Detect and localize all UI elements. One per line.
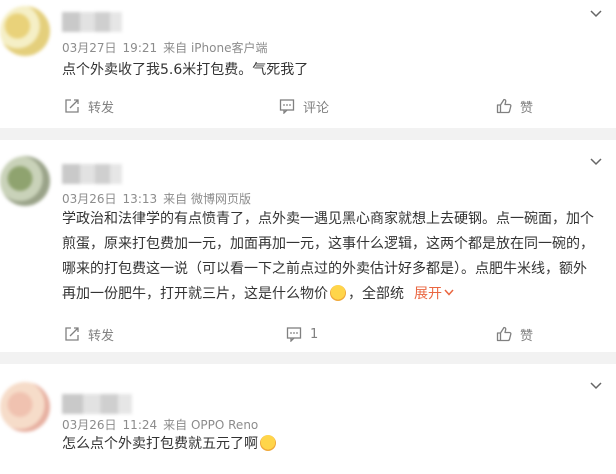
- comment-time: 19:21: [122, 41, 158, 55]
- comment-date: 03月27日: [62, 41, 117, 55]
- comment-time: 13:13: [122, 192, 158, 206]
- comment-line-text: 怎么点个外卖打包费就五元了啊: [62, 436, 258, 452]
- repost-label: 转发: [88, 100, 115, 116]
- comment-text: 学政治和法律学的有点愤青了，点外卖一遇见黑心商家就想上去硬钢。点一碗面，加个 煎…: [62, 207, 594, 307]
- comment-source: 来自 iPhone客户端: [163, 41, 268, 55]
- comment-text: 点个外卖收了我5.6米打包费。气死我了: [62, 58, 308, 83]
- comment-source: 来自 微博网页版: [163, 192, 251, 206]
- repost-button[interactable]: 转发: [64, 324, 114, 344]
- comment-line-text: 再加一份肥牛，打开就三片，这是什么物价: [62, 286, 328, 302]
- comment-date: 03月26日: [62, 192, 117, 206]
- comment-button[interactable]: 1: [286, 324, 318, 344]
- comment-time: 11:24: [122, 418, 158, 432]
- comment-line: 煎蛋，原来打包费加一元，加面再加一元，这事什么逻辑，这两个都是放在同一碗的，: [62, 236, 594, 252]
- action-bar: 转发 1 赞: [0, 324, 616, 344]
- comment-meta: 03月27日 19:21 来自 iPhone客户端: [62, 39, 267, 56]
- like-button[interactable]: 赞: [496, 324, 533, 344]
- comment-meta: 03月26日 11:24 来自 OPPO Reno: [62, 416, 258, 433]
- chevron-down-icon[interactable]: [590, 10, 602, 18]
- comment-line-last: 再加一份肥牛，打开就三片，这是什么物价 ，全部统 展开: [62, 282, 594, 307]
- comment-line: 哪来的打包费这一说（可以看一下之前点过的外卖估计好多都是）。点肥牛米线，额外: [62, 261, 587, 277]
- like-label: 赞: [520, 328, 534, 344]
- chevron-down-icon[interactable]: [590, 382, 602, 390]
- comment-card: 03月26日 13:13 来自 微博网页版 学政治和法律学的有点愤青了，点外卖一遇见…: [0, 140, 616, 352]
- comment-date: 03月26日: [62, 418, 117, 432]
- comment-line: 怎么点个外卖打包费就五元了啊: [62, 432, 278, 457]
- like-icon: [496, 326, 512, 342]
- comment-icon: [279, 99, 295, 114]
- avatar[interactable]: [0, 156, 50, 206]
- comment-label: 评论: [303, 100, 330, 116]
- comment-line: 学政治和法律学的有点愤青了，点外卖一遇见黑心商家就想上去硬钢。点一碗面，加个: [62, 211, 594, 227]
- comment-count: 1: [310, 326, 319, 342]
- avatar[interactable]: [0, 382, 50, 432]
- like-button[interactable]: 赞: [496, 96, 533, 116]
- comment-line-text: ，全部统: [348, 286, 404, 302]
- like-label: 赞: [520, 100, 534, 116]
- comment-button[interactable]: 评论: [279, 96, 329, 116]
- comment-card: 03月27日 19:21 来自 iPhone客户端 点个外卖收了我5.6米打包费。气…: [0, 0, 616, 128]
- crying-face-emoji: [260, 435, 276, 451]
- comment-meta: 03月26日 13:13 来自 微博网页版: [62, 190, 251, 207]
- repost-icon: [65, 327, 79, 341]
- comment-text: 怎么点个外卖打包费就五元了啊: [62, 432, 278, 457]
- dizzy-face-emoji: [330, 285, 346, 301]
- action-bar: 转发 评论 赞: [0, 96, 616, 116]
- like-icon: [496, 98, 512, 114]
- comment-source: 来自 OPPO Reno: [163, 418, 259, 432]
- username-blurred[interactable]: [62, 394, 132, 414]
- username-blurred[interactable]: [62, 164, 122, 184]
- username-blurred[interactable]: [62, 12, 122, 32]
- comment-icon: [286, 327, 302, 342]
- repost-icon: [65, 99, 79, 113]
- repost-label: 转发: [88, 328, 115, 344]
- comment-card: 03月26日 11:24 来自 OPPO Reno 怎么点个外卖打包费就五元了啊: [0, 364, 616, 474]
- chevron-down-icon: [444, 289, 454, 296]
- comment-line: 点个外卖收了我5.6米打包费。气死我了: [62, 62, 309, 78]
- expand-label: 展开: [414, 286, 442, 302]
- avatar[interactable]: [0, 6, 50, 56]
- expand-link[interactable]: 展开: [414, 286, 454, 302]
- repost-button[interactable]: 转发: [64, 96, 114, 116]
- chevron-down-icon[interactable]: [590, 158, 602, 166]
